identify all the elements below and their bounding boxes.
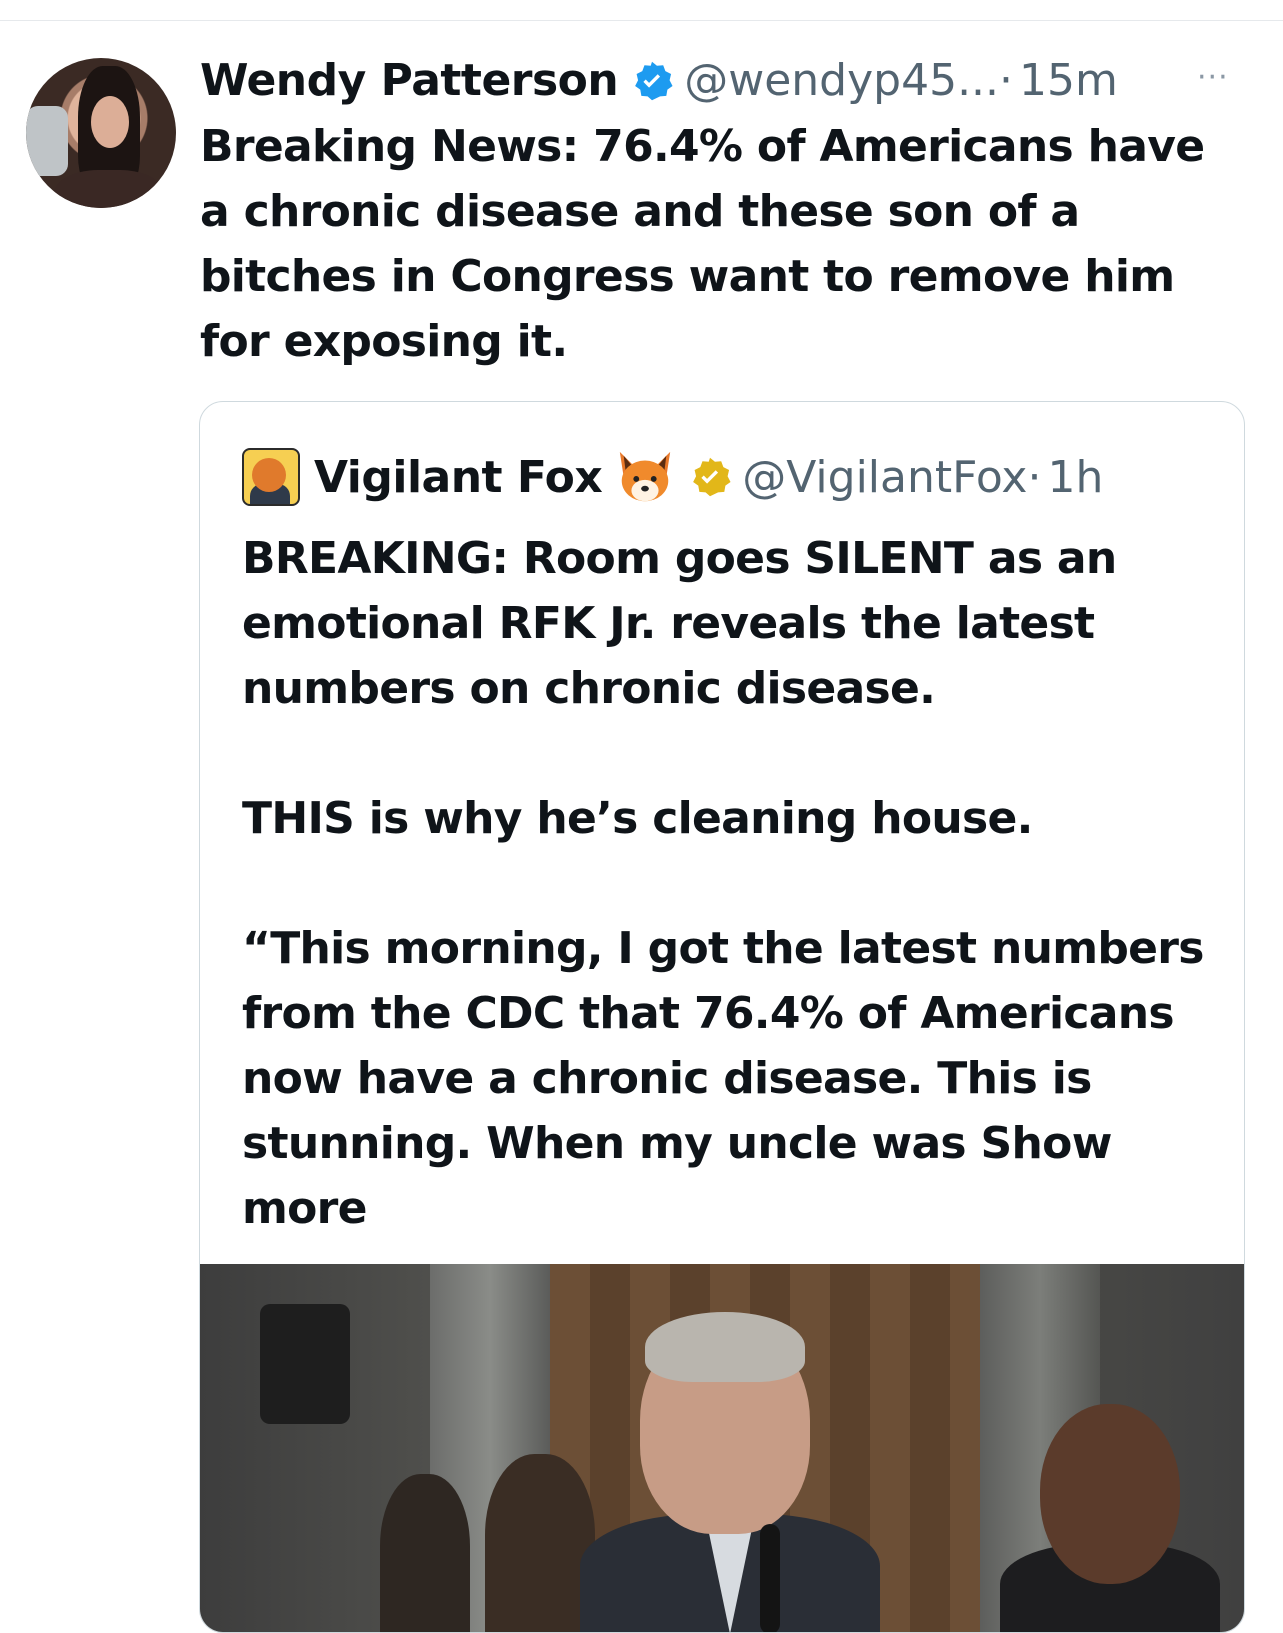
- audience-member: [380, 1474, 470, 1632]
- avatar-fox-head: [252, 458, 286, 492]
- avatar-background: [26, 106, 68, 176]
- author-handle[interactable]: @wendyp45...: [684, 52, 999, 110]
- quoted-author-display-name[interactable]: Vigilant Fox: [314, 452, 603, 503]
- header-separator: ·: [999, 55, 1014, 106]
- quoted-post-timestamp[interactable]: 1h: [1047, 452, 1103, 503]
- quoted-post-video-thumbnail[interactable]: [200, 1264, 1244, 1632]
- verified-gold-badge-icon[interactable]: [688, 455, 732, 499]
- speaker-hair: [645, 1312, 805, 1382]
- fox-face-emoji-icon: [620, 451, 671, 502]
- bystander-head: [1040, 1404, 1180, 1584]
- post-text: Breaking News: 76.4% of Americans have a…: [200, 121, 1205, 367]
- audience-member: [485, 1454, 595, 1632]
- camera-silhouette: [260, 1304, 350, 1424]
- avatar-shirt: [54, 170, 164, 208]
- quoted-post-body: BREAKING: Room goes SILENT as an emotion…: [242, 533, 1204, 1169]
- avatar-face: [91, 96, 129, 148]
- quoted-author-handle[interactable]: @VigilantFox: [742, 452, 1027, 503]
- microphone: [760, 1524, 780, 1632]
- quoted-post-text: BREAKING: Room goes SILENT as an emotion…: [242, 526, 1232, 1241]
- author-display-name[interactable]: Wendy Patterson: [200, 52, 619, 110]
- post-timestamp[interactable]: 15m: [1019, 52, 1118, 110]
- quoted-post-header: Vigilant Fox @VigilantFox · 1h: [242, 446, 1103, 508]
- verified-badge-icon[interactable]: [630, 59, 674, 103]
- author-avatar[interactable]: [26, 58, 176, 208]
- top-divider: [0, 20, 1283, 21]
- quoted-header-separator: ·: [1027, 451, 1042, 503]
- quoted-post-card[interactable]: Vigilant Fox @VigilantFox · 1h BREAKING:…: [199, 401, 1245, 1633]
- quoted-author-avatar[interactable]: [242, 448, 300, 506]
- more-options-icon[interactable]: ···: [1197, 60, 1229, 95]
- post-header: Wendy Patterson @wendyp45... · 15m: [200, 52, 1118, 110]
